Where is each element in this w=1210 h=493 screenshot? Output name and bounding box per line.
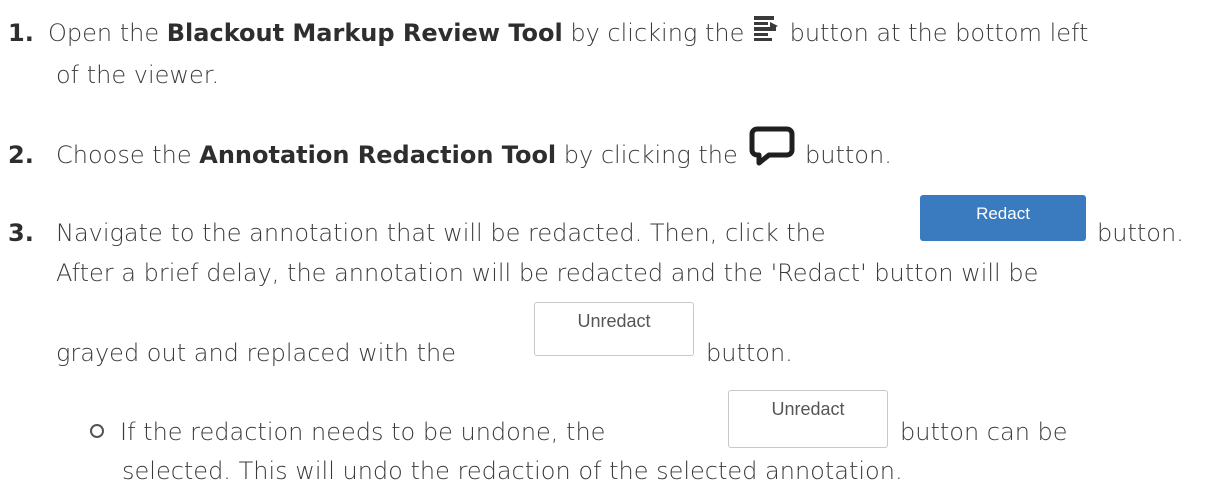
step-text: button. bbox=[706, 339, 793, 367]
bullet-icon bbox=[90, 424, 104, 438]
step-text: Open the bbox=[48, 19, 167, 47]
step-2-line-1: 2. Choose the Annotation Redaction Tool b… bbox=[8, 126, 892, 174]
markup-review-icon[interactable] bbox=[752, 15, 782, 41]
sub-bullet-line-1: If the redaction needs to be undone, the bbox=[90, 415, 605, 449]
step-1-line-1: 1. Open the Blackout Markup Review Tool b… bbox=[8, 16, 1088, 50]
step-3-button-suffix: button. bbox=[1097, 216, 1184, 250]
bullet-text: selected. This will undo the redaction o… bbox=[122, 457, 903, 485]
tool-name: Annotation Redaction Tool bbox=[199, 141, 557, 169]
sub-bullet-suffix: button can be bbox=[900, 415, 1068, 449]
step-text: grayed out and replaced with the bbox=[56, 339, 456, 367]
step-text: button. bbox=[797, 141, 892, 169]
step-text: Choose the bbox=[56, 141, 200, 169]
step-3-line-3: grayed out and replaced with the bbox=[56, 336, 456, 370]
step-3-unredact-suffix: button. bbox=[706, 336, 793, 370]
step-text: button. bbox=[1097, 219, 1184, 247]
step-number: 1. bbox=[8, 19, 34, 47]
redact-button[interactable]: Redact bbox=[920, 195, 1086, 241]
step-text: of the viewer. bbox=[56, 61, 220, 89]
bullet-text: button can be bbox=[900, 418, 1068, 446]
step-text: by clicking the bbox=[562, 19, 752, 47]
unredact-button[interactable]: Unredact bbox=[534, 302, 694, 356]
step-1-line-2: of the viewer. bbox=[56, 58, 219, 92]
step-3-line-2: After a brief delay, the annotation will… bbox=[56, 256, 1038, 290]
speech-bubble-icon[interactable] bbox=[749, 126, 797, 166]
step-text: by clicking the bbox=[556, 141, 746, 169]
step-text: After a brief delay, the annotation will… bbox=[56, 259, 1039, 287]
step-text: Navigate to the annotation that will be … bbox=[56, 219, 826, 247]
step-number: 3. bbox=[8, 219, 34, 247]
sub-bullet-line-2: selected. This will undo the redaction o… bbox=[122, 454, 903, 488]
step-3-line-1: 3. Navigate to the annotation that will b… bbox=[8, 216, 826, 250]
bullet-text: If the redaction needs to be undone, the bbox=[120, 418, 606, 446]
step-number: 2. bbox=[8, 141, 34, 169]
step-text: button at the bottom left bbox=[781, 19, 1089, 47]
unredact-button-secondary[interactable]: Unredact bbox=[728, 390, 888, 448]
tool-name: Blackout Markup Review Tool bbox=[166, 19, 563, 47]
